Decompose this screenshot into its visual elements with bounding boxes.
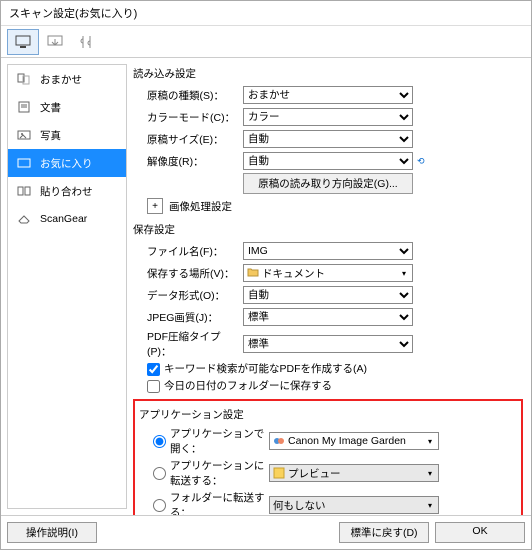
filename-combo[interactable]: IMG [243,242,413,260]
keyword-pdf-checkbox[interactable]: キーワード検索が可能なPDFを作成する(A) [147,363,367,375]
content: 読み込み設定 原稿の種類(S)：おまかせ カラーモード(C)：カラー 原稿サイズ… [133,58,531,515]
tab-from-computer[interactable] [7,29,39,55]
pdf-label: PDF圧縮タイプ(P)： [133,329,243,359]
group-title: アプリケーション設定 [139,407,517,422]
expand-button[interactable]: + [147,198,163,214]
open-app-radio[interactable]: アプリケーションで開く： [139,426,269,456]
sidebar: おまかせ 文書 写真 お気に入り 貼り合わせ ScanGear [7,64,127,509]
color-label: カラーモード(C)： [133,110,243,125]
application-settings-group: アプリケーション設定 アプリケーションで開く：Canon My Image Ga… [133,399,523,515]
folder-icon [247,267,259,279]
sidebar-item-label: 写真 [40,128,61,143]
preview-icon [273,467,285,479]
transfer-folder-combo[interactable]: 何もしない▾ [269,496,439,514]
transfer-folder-radio[interactable]: フォルダーに転送する： [139,490,269,515]
color-combo[interactable]: カラー [243,108,413,126]
favorite-icon [16,156,32,170]
refresh-icon[interactable]: ⟲ [417,156,425,166]
stitch-icon [16,184,32,198]
group-title: 保存設定 [133,222,523,237]
read-settings-group: 読み込み設定 原稿の種類(S)：おまかせ カラーモード(C)：カラー 原稿サイズ… [133,66,523,216]
group-title: 読み込み設定 [133,66,523,81]
size-label: 原稿サイズ(E)： [133,132,243,147]
toolbar [1,26,531,58]
sidebar-item-label: 貼り合わせ [40,184,93,199]
scanner-icon [16,212,32,226]
ok-button[interactable]: OK [435,522,525,543]
sidebar-item-scangear[interactable]: ScanGear [8,205,126,233]
window-title: スキャン設定(お気に入り) [1,1,531,26]
sidebar-item-photo[interactable]: 写真 [8,121,126,149]
sidebar-item-label: ScanGear [40,213,87,225]
date-folder-checkbox[interactable]: 今日の日付のフォルダーに保存する [147,380,332,392]
orientation-button[interactable]: 原稿の読み取り方向設定(G)... [243,173,413,194]
transfer-app-radio[interactable]: アプリケーションに転送する： [139,458,269,488]
app-icon [273,435,285,447]
doc-icon [16,72,32,86]
source-combo[interactable]: おまかせ [243,86,413,104]
sidebar-item-document[interactable]: 文書 [8,93,126,121]
transfer-app-combo[interactable]: プレビュー▾ [269,464,439,482]
document-icon [16,100,32,114]
source-label: 原稿の種類(S)： [133,88,243,103]
img-proc-label: 画像処理設定 [169,199,232,214]
photo-icon [16,128,32,142]
sidebar-item-favorite[interactable]: お気に入り [8,149,126,177]
sidebar-item-label: 文書 [40,100,61,115]
pdf-combo[interactable]: 標準 [243,335,413,353]
sidebar-item-label: お気に入り [40,156,93,171]
help-button[interactable]: 操作説明(I) [7,522,97,543]
button-bar: 操作説明(I) 標準に戻す(D) OK [1,515,531,549]
save-settings-group: 保存設定 ファイル名(F)：IMG 保存する場所(V)：ドキュメント▾ データ形… [133,222,523,393]
res-combo[interactable]: 自動 [243,152,413,170]
sidebar-item-stitch[interactable]: 貼り合わせ [8,177,126,205]
tab-settings[interactable] [71,29,103,55]
size-combo[interactable]: 自動 [243,130,413,148]
sidebar-item-label: おまかせ [40,72,82,87]
tab-to-computer[interactable] [39,29,71,55]
sidebar-item-auto[interactable]: おまかせ [8,65,126,93]
default-button[interactable]: 標準に戻す(D) [339,522,429,543]
folder-label: 保存する場所(V)： [133,266,243,281]
filename-label: ファイル名(F)： [133,244,243,259]
folder-combo[interactable]: ドキュメント▾ [243,264,413,282]
res-label: 解像度(R)： [133,154,243,169]
open-app-combo[interactable]: Canon My Image Garden▾ [269,432,439,450]
jpeg-label: JPEG画質(J)： [133,310,243,325]
format-label: データ形式(O)： [133,288,243,303]
format-combo[interactable]: 自動 [243,286,413,304]
jpeg-combo[interactable]: 標準 [243,308,413,326]
